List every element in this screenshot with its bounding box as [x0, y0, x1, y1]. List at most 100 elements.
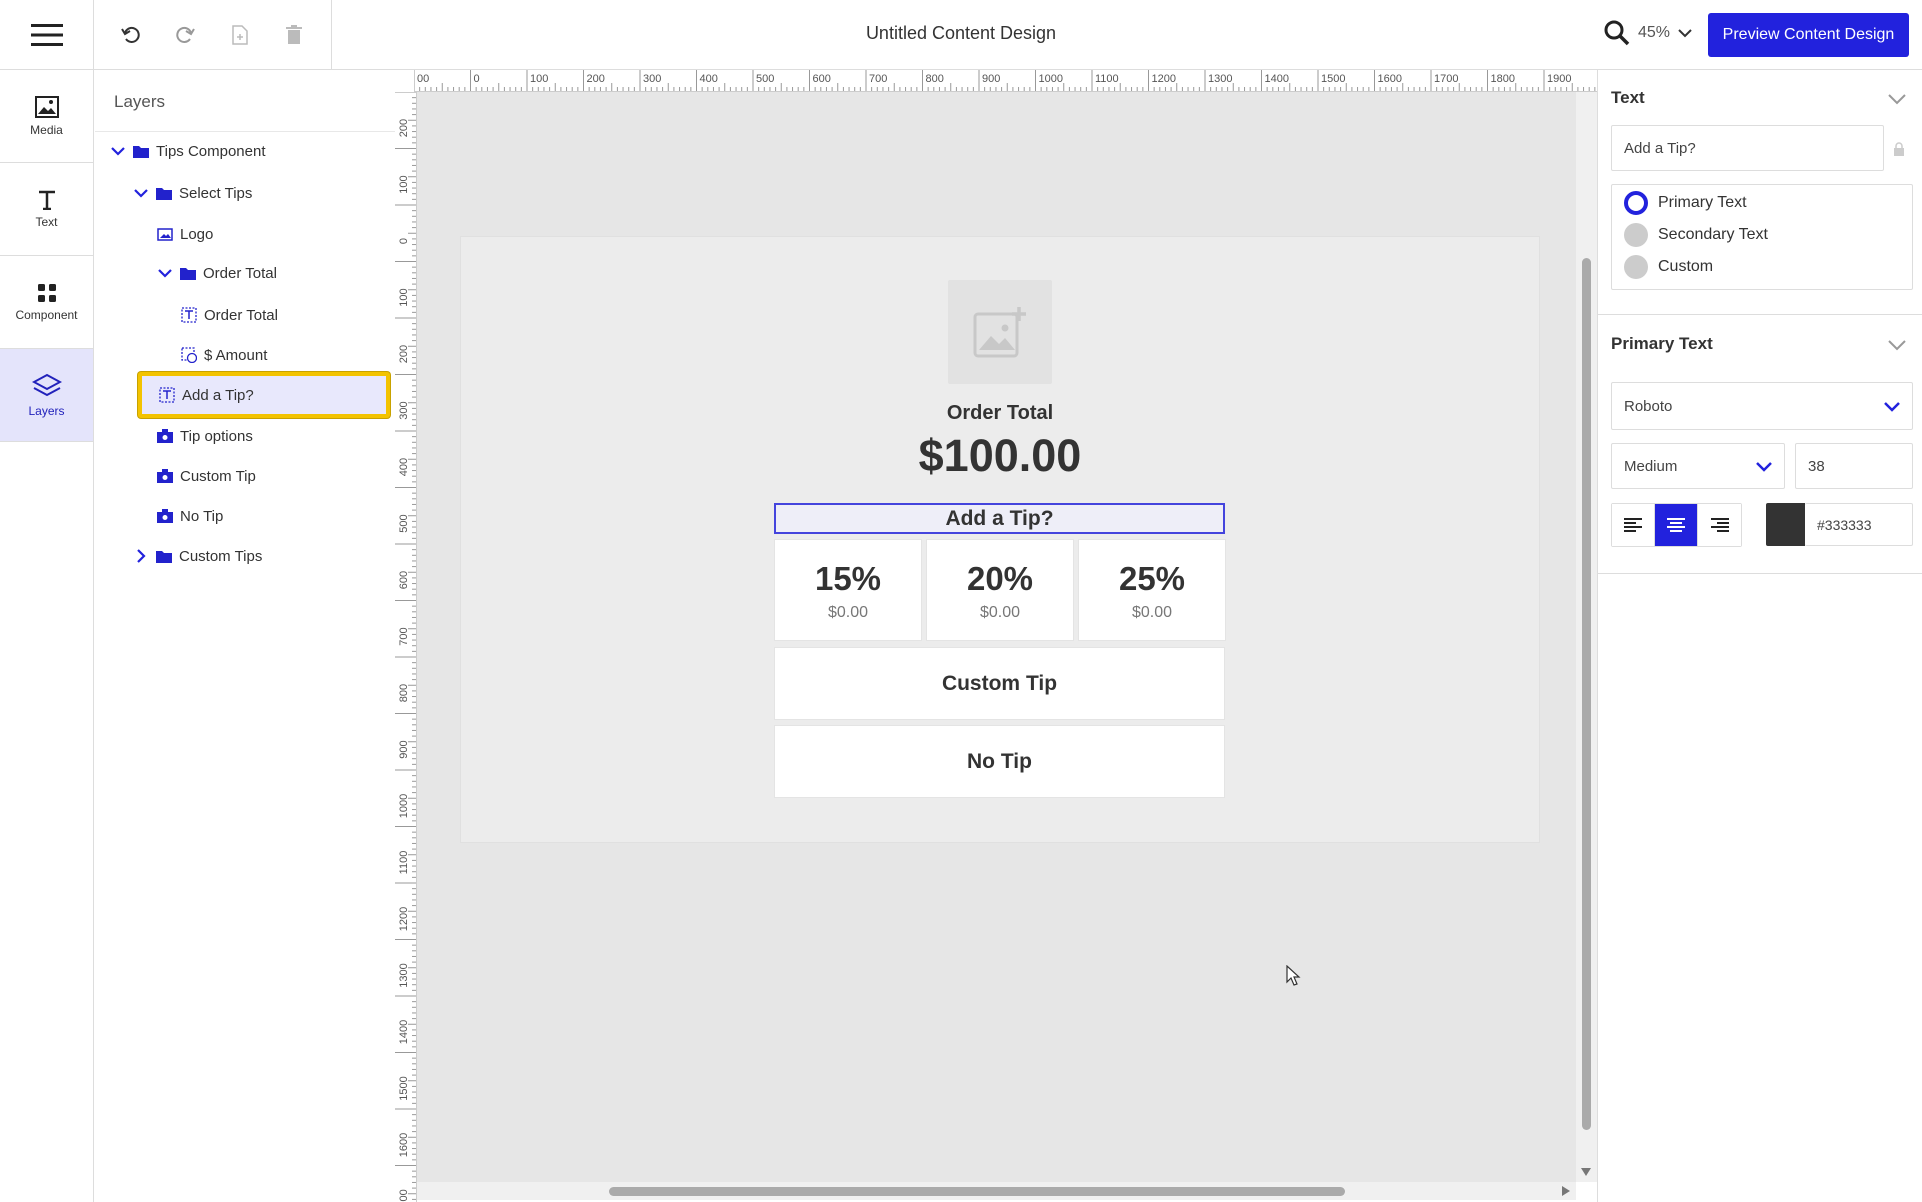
folder-icon: [133, 145, 149, 158]
no-tip-button[interactable]: No Tip: [774, 725, 1225, 798]
radio-primary-text[interactable]: Primary Text: [1624, 191, 1747, 215]
layer-add-a-tip[interactable]: Add a Tip?: [138, 372, 390, 418]
layer-order-total-text[interactable]: Order Total: [181, 298, 278, 332]
font-weight-select[interactable]: Medium: [1611, 443, 1785, 489]
ruler-tick-label: 1600: [398, 1133, 410, 1157]
chevron-down-icon[interactable]: [1888, 339, 1906, 351]
order-amount[interactable]: $100.00: [760, 430, 1240, 482]
chevron-down-icon[interactable]: [1888, 93, 1906, 105]
ruler-tick-label: 100: [398, 288, 410, 306]
ruler-tick-label: 1900: [1547, 73, 1571, 85]
undo-button[interactable]: [111, 15, 151, 55]
ruler-left-svg: 2001000100200300400500600700800900100011…: [395, 92, 416, 1202]
tip-option-25[interactable]: 25% $0.00: [1078, 539, 1226, 641]
tip-percent: 25%: [1118, 560, 1186, 597]
text-content-input[interactable]: Add a Tip?: [1611, 125, 1884, 171]
layer-select-tips[interactable]: Select Tips: [133, 176, 252, 210]
radio-custom[interactable]: Custom: [1624, 255, 1713, 279]
tip-amount: $0.00: [827, 604, 869, 621]
custom-tip-button[interactable]: Custom Tip: [774, 647, 1225, 720]
ruler-tick-label: 1600: [1378, 73, 1402, 85]
text-layer-icon: [181, 307, 197, 323]
align-right-button[interactable]: [1698, 504, 1741, 546]
rail-item-component[interactable]: Component: [0, 256, 93, 349]
align-left-button[interactable]: [1612, 504, 1655, 546]
preview-button[interactable]: Preview Content Design: [1708, 13, 1909, 57]
ruler-tick-label: 400: [398, 458, 410, 476]
layers-panel: Layers Tips Component Select Tips Logo O…: [95, 70, 395, 1202]
ruler-tick-label: 900: [982, 73, 1000, 85]
ruler-tick-label: 600: [398, 571, 410, 589]
lock-icon[interactable]: [1893, 142, 1905, 157]
chevron-down-icon: [134, 189, 148, 198]
font-size-input[interactable]: 38: [1795, 443, 1913, 489]
rail-item-media[interactable]: Media: [0, 70, 93, 163]
ruler-tick-label: 100: [398, 175, 410, 193]
vertical-scroll-thumb[interactable]: [1582, 258, 1591, 1130]
radio-unselected-icon: [1624, 223, 1648, 247]
ruler-tick-label: 00: [417, 73, 429, 85]
menu-button[interactable]: [0, 0, 94, 70]
search-icon: [1604, 20, 1630, 46]
redo-button[interactable]: [165, 15, 205, 55]
document-title[interactable]: Untitled Content Design: [866, 23, 1056, 43]
align-center-icon: [1667, 518, 1685, 532]
layer-custom-tip[interactable]: Custom Tip: [157, 459, 256, 493]
rail-label: Layers: [28, 403, 65, 418]
chevron-down-icon: [158, 269, 172, 278]
order-total-label[interactable]: Order Total: [760, 402, 1240, 425]
layer-tip-options[interactable]: Tip options: [157, 419, 253, 453]
horizontal-scroll-thumb[interactable]: [609, 1187, 1345, 1196]
radio-label: Custom: [1658, 258, 1714, 275]
rail-item-layers[interactable]: Layers: [0, 349, 93, 442]
layer-amount[interactable]: $ Amount: [181, 338, 267, 372]
layer-order-total-group[interactable]: Order Total: [157, 256, 277, 290]
rail-label: Text: [35, 214, 58, 229]
font-family-select[interactable]: Roboto: [1611, 382, 1913, 430]
radio-secondary-text[interactable]: Secondary Text: [1624, 223, 1768, 247]
divider: [1598, 314, 1922, 315]
chevron-down-icon: [1884, 401, 1900, 412]
ruler-tick-label: 1100: [398, 851, 410, 875]
duplicate-button[interactable]: [220, 15, 260, 55]
zoom-control[interactable]: 45%: [1604, 20, 1692, 46]
grid-icon: [37, 283, 56, 302]
layer-custom-tips[interactable]: Custom Tips: [133, 539, 262, 573]
radio-label: Primary Text: [1658, 194, 1747, 211]
color-hex-input[interactable]: #333333: [1805, 503, 1913, 546]
color-swatch[interactable]: [1766, 503, 1805, 546]
component-icon: [157, 509, 173, 523]
rail-label: Component: [15, 307, 78, 322]
tip-percent: 15%: [814, 560, 882, 597]
layer-no-tip[interactable]: No Tip: [157, 499, 223, 533]
ruler-tick-label: 1400: [398, 1020, 410, 1044]
ruler-tick-label: 800: [926, 73, 944, 85]
tip-option-15[interactable]: 15% $0.00: [774, 539, 922, 641]
rail-item-text[interactable]: Text: [0, 163, 93, 256]
layer-tips-component[interactable]: Tips Component: [110, 134, 266, 168]
ruler-tick-label: 700: [398, 627, 410, 645]
ruler-tick-label: 1200: [1152, 73, 1176, 85]
scroll-right-icon[interactable]: [1560, 1185, 1572, 1197]
left-rail: Media Text Component Layers: [0, 70, 94, 1202]
image-icon: [157, 227, 173, 241]
tip-amount: $0.00: [979, 604, 1021, 621]
layer-label: Order Total: [204, 306, 278, 324]
delete-button[interactable]: [274, 15, 314, 55]
align-center-button[interactable]: [1655, 504, 1698, 546]
layer-label: Tips Component: [156, 142, 266, 160]
ruler-tick-label: 1800: [1491, 73, 1515, 85]
logo-placeholder[interactable]: [948, 280, 1052, 384]
add-tip-text-selected[interactable]: Add a Tip?: [774, 503, 1225, 534]
toolbar: [94, 0, 332, 70]
layer-label: Custom Tip: [180, 467, 256, 485]
text-style-radio-group: Primary Text Secondary Text Custom: [1611, 184, 1913, 290]
font-family-value: Roboto: [1624, 397, 1673, 415]
ruler-top-svg: 00 0 100 200 300 400 500 600 700 800 900 1000 1100 12…: [414, 70, 1596, 91]
layer-logo[interactable]: Logo: [157, 217, 213, 251]
scroll-down-icon[interactable]: [1580, 1166, 1592, 1178]
ruler-tick-label: 1100: [1095, 73, 1119, 85]
ruler-tick-label: 0: [474, 73, 480, 85]
cursor-icon: [1286, 965, 1301, 986]
tip-option-20[interactable]: 20% $0.00: [926, 539, 1074, 641]
